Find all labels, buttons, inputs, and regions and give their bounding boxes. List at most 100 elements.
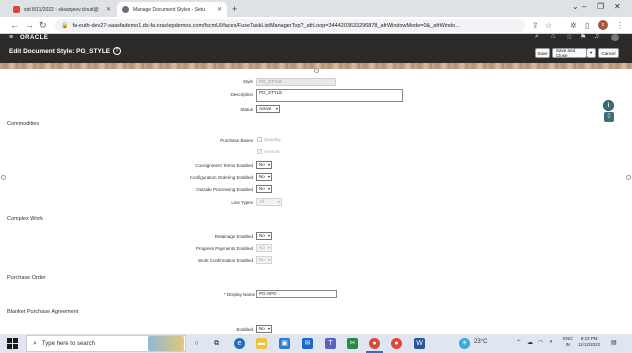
browser-menu-icon[interactable]: ⋮	[616, 21, 624, 30]
enabled-value: No	[259, 326, 265, 331]
forward-arrow-icon[interactable]: →	[25, 20, 34, 30]
section-commodities: Commodities	[7, 121, 40, 127]
chevron-down-icon: ▾	[267, 233, 270, 238]
new-tab-button[interactable]: +	[232, 4, 237, 14]
chevron-down-icon: ▾	[275, 106, 278, 111]
store-icon[interactable]: ▣	[279, 338, 290, 349]
right-dock: i ⁞⁞	[603, 100, 616, 126]
progress-payments-value: No	[259, 245, 265, 250]
section-complex-work: Complex Work	[7, 216, 43, 222]
oracle-logo[interactable]: ORACLE	[20, 34, 48, 42]
resize-handle-top[interactable]	[314, 68, 319, 73]
consignment-terms-select[interactable]: No ▾	[256, 161, 272, 169]
volume-icon[interactable]: ◖	[549, 339, 553, 345]
minimize-icon[interactable]: –	[582, 2, 586, 11]
help-icon[interactable]: ?	[113, 47, 121, 55]
close-icon[interactable]: ✕	[102, 6, 111, 13]
search-highlight-image	[148, 336, 184, 351]
chrome-icon[interactable]: ●	[369, 338, 380, 349]
input-language[interactable]: ENG IN	[563, 336, 573, 348]
section-blanket-purchase-agreement: Blanket Purchase Agreement	[7, 309, 79, 315]
status-label: Status	[240, 107, 253, 112]
enabled-select[interactable]: No ▾	[256, 325, 272, 333]
save-and-close-button[interactable]: Save and Close	[552, 48, 587, 58]
profile-avatar[interactable]: s	[598, 20, 608, 30]
window-close-icon[interactable]: ✕	[614, 2, 621, 11]
extensions-icon[interactable]: ✲	[570, 21, 577, 30]
close-icon[interactable]: ✕	[213, 6, 222, 13]
notifications-icon[interactable]: ▤	[611, 339, 617, 346]
chevron-down-icon: ▾	[267, 162, 270, 167]
snipping-tool-icon[interactable]: ✂	[347, 338, 358, 349]
retainage-select[interactable]: No ▾	[256, 232, 272, 240]
notifications-bell-icon[interactable]: ♫	[594, 33, 599, 40]
resize-handle-left[interactable]	[1, 175, 6, 180]
back-arrow-icon[interactable]: ←	[10, 20, 19, 30]
outside-processing-select[interactable]: No ▾	[256, 185, 272, 193]
taskbar-search-placeholder: Type here to search	[41, 340, 95, 347]
bookmark-star-icon[interactable]: ☆	[545, 21, 552, 30]
cloud-icon[interactable]: ☁	[527, 339, 533, 346]
maximize-icon[interactable]: ❐	[597, 2, 604, 11]
cancel-button[interactable]: Cancel	[598, 48, 619, 58]
line-types-select: All ▾	[256, 198, 282, 206]
save-button[interactable]: Save	[535, 48, 550, 58]
task-view-icon[interactable]: ⧉	[211, 338, 222, 349]
cortana-icon[interactable]: ○	[191, 338, 202, 349]
resize-handle-right[interactable]	[626, 175, 631, 180]
teams-icon[interactable]: T	[325, 338, 336, 349]
favorites-star-icon[interactable]: ☆	[566, 33, 572, 41]
description-textarea[interactable]: PG_STYLE	[256, 89, 403, 102]
system-clock[interactable]: 9:23 PM 11/12/2022	[578, 336, 600, 348]
address-bar[interactable]: 🔒 fa-euth-dev27-saasfademo1.ds-fa.oracle…	[55, 19, 525, 32]
consignment-terms-label: Consignment Terms Enabled	[195, 163, 253, 168]
chevron-down-icon: ▾	[277, 199, 280, 204]
search-icon[interactable]: ⌕	[535, 33, 539, 41]
amount-checkbox[interactable]: Amount	[257, 149, 280, 154]
consignment-terms-value: No	[259, 162, 265, 167]
save-and-close-label: Save and Close	[556, 48, 576, 58]
quantity-checkbox[interactable]: Quantity	[257, 137, 281, 142]
chevron-down-icon: ▾	[267, 174, 270, 179]
share-icon[interactable]: ⇪	[532, 21, 539, 30]
springboard-grid-icon[interactable]: ⁞⁞	[604, 112, 614, 122]
status-select[interactable]: Active ▾	[256, 105, 280, 113]
line-types-value: All	[259, 199, 265, 204]
chrome-profile-icon[interactable]: ●	[391, 338, 402, 349]
browser-tab-document-styles[interactable]: Manage Document Styles - Setu ✕	[117, 2, 227, 17]
gmail-icon	[13, 6, 20, 13]
checkbox-box	[257, 137, 262, 142]
info-icon[interactable]: i	[603, 100, 614, 111]
show-hidden-icons-chevron-icon[interactable]: ⌃	[516, 339, 521, 346]
edge-icon[interactable]: e	[234, 338, 245, 349]
search-icon: ⌕	[33, 339, 37, 347]
wifi-icon[interactable]: ◠	[538, 339, 543, 346]
file-explorer-icon[interactable]: ▬	[256, 338, 267, 349]
windows-start-icon[interactable]	[7, 338, 18, 349]
word-icon[interactable]: W	[414, 338, 425, 349]
display-name-input[interactable]: PG-SPO	[256, 290, 337, 298]
mail-icon[interactable]: ✉	[302, 338, 313, 349]
user-avatar[interactable]	[611, 34, 619, 41]
reload-icon[interactable]: ↻	[39, 20, 47, 31]
work-confirmation-value: No	[259, 257, 265, 262]
watchlist-flag-icon[interactable]: ⚑	[580, 33, 586, 41]
browser-tab-gmail[interactable]: std 8/11/2022 - sksanjeev.cloud@ ✕	[8, 2, 116, 17]
save-options-chevron-icon[interactable]: ▾	[587, 48, 596, 58]
section-purchase-order: Purchase Order	[7, 275, 46, 281]
amount-checkbox-label: Amount	[264, 149, 280, 154]
home-icon[interactable]: ⌂	[551, 33, 555, 40]
clock-date: 11/12/2022	[578, 342, 601, 347]
style-label: Style	[242, 79, 253, 84]
hamburger-menu-icon[interactable]: ≡	[9, 34, 13, 42]
progress-payments-label: Progress Payments Enabled	[195, 246, 253, 251]
chevron-down-icon[interactable]: ⌄	[572, 2, 579, 11]
display-name-label: * Display Name	[224, 292, 255, 297]
checkbox-box	[257, 149, 262, 154]
purchase-bases-label: Purchase Bases	[220, 138, 253, 143]
weather-temperature[interactable]: 23°C	[474, 339, 487, 345]
chevron-down-icon: ▾	[267, 326, 270, 331]
side-panel-icon[interactable]: ▯	[585, 21, 589, 30]
tab-label: std 8/11/2022 - sksanjeev.cloud@	[24, 6, 99, 13]
configuration-ordering-select[interactable]: No ▾	[256, 173, 272, 181]
